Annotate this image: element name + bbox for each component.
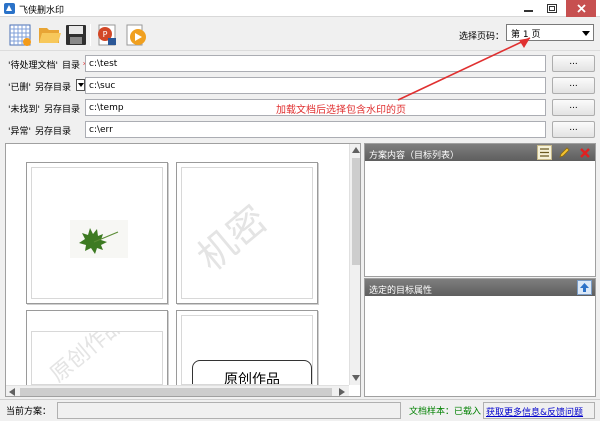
dir-label-deleted: '已删' 另存目录 xyxy=(8,83,71,93)
deleted-dir-dropdown[interactable] xyxy=(76,79,85,91)
preview-horizontal-scrollbar[interactable] xyxy=(6,385,349,396)
powerpoint-icon: P xyxy=(98,24,116,46)
horizontal-scroll-thumb[interactable] xyxy=(20,388,332,396)
scroll-up-arrow-icon xyxy=(352,147,360,153)
scroll-right-arrow-icon xyxy=(339,388,345,396)
page-thumbnail-4[interactable]: 原创作品 xyxy=(176,310,318,390)
window-title: 飞侠删水印 xyxy=(19,6,65,16)
feedback-link-box: 获取更多信息&反馈问题 xyxy=(483,402,595,419)
page-thumbnail-3[interactable]: 原创作品 xyxy=(26,310,168,390)
pending-dir-input[interactable] xyxy=(85,55,546,72)
page-thumbnail-2[interactable]: 机密 xyxy=(176,162,318,304)
minimize-icon xyxy=(523,10,533,12)
document-sample-status: 文档样本：已载入 xyxy=(409,407,482,417)
deleted-dir-input[interactable] xyxy=(85,77,546,94)
new-scheme-button[interactable] xyxy=(7,22,33,48)
vertical-scroll-thumb[interactable] xyxy=(352,158,360,265)
delete-x-icon xyxy=(579,147,590,158)
scheme-panel-header: 方案内容（目标列表） xyxy=(365,144,595,161)
svg-text:P: P xyxy=(103,30,108,39)
status-bar: 当前方案： 文档样本：已载入 获取更多信息&反馈问题 xyxy=(0,399,600,421)
save-button[interactable] xyxy=(63,22,89,48)
prop-panel-header: 选定的目标属性 xyxy=(365,279,595,296)
document-title-box: 原创作品 xyxy=(192,360,312,384)
powerpoint-button[interactable]: P xyxy=(94,22,120,48)
start-button[interactable] xyxy=(123,22,149,48)
floppy-disk-icon xyxy=(66,25,86,45)
page-select[interactable]: 第 1 页 xyxy=(506,24,594,41)
dir-label-notfound: '未找到' 另存目录 xyxy=(8,105,80,115)
scroll-left-arrow-icon xyxy=(9,388,15,396)
close-button[interactable] xyxy=(566,0,596,17)
edit-target-button[interactable] xyxy=(557,145,572,160)
watermark-text-confidential: 机密 xyxy=(189,196,276,280)
dir-label-error: '异常' 另存目录 xyxy=(8,127,71,137)
deleted-dir-browse-button[interactable]: ... xyxy=(552,77,595,94)
maximize-icon xyxy=(547,4,557,13)
app-logo-icon xyxy=(4,3,15,14)
watermark-text-original: 原创作品 xyxy=(45,331,130,385)
edit-pencil-icon xyxy=(559,147,570,158)
grid-new-icon xyxy=(9,24,31,46)
play-icon xyxy=(126,24,146,46)
prop-panel-title: 选定的目标属性 xyxy=(369,286,433,296)
dir-label-pending: '待处理文档'目录* xyxy=(8,58,87,71)
current-scheme-label: 当前方案： xyxy=(6,407,52,417)
preview-vertical-scrollbar[interactable] xyxy=(349,144,360,385)
minimize-button[interactable] xyxy=(516,0,540,17)
error-dir-browse-button[interactable]: ... xyxy=(552,121,595,138)
open-button[interactable] xyxy=(37,22,63,48)
dir-row-deleted: '已删'另存目录 ... xyxy=(0,75,600,95)
scroll-down-arrow-icon xyxy=(352,375,360,381)
feedback-link[interactable]: 获取更多信息&反馈问题 xyxy=(486,405,583,418)
maximize-button[interactable] xyxy=(540,0,564,17)
toolbar: P 选择页码： 第 1 页 xyxy=(0,18,600,51)
close-icon xyxy=(576,4,586,13)
toolbar-separator xyxy=(90,24,91,46)
page-select-label: 选择页码： xyxy=(459,32,505,42)
scheme-content-panel: 方案内容（目标列表） xyxy=(364,143,596,277)
target-properties-panel: 选定的目标属性 xyxy=(364,278,596,397)
notfound-dir-browse-button[interactable]: ... xyxy=(552,99,595,116)
pending-dir-browse-button[interactable]: ... xyxy=(552,55,595,72)
dir-row-pending: '待处理文档'目录* ... xyxy=(0,53,600,73)
delete-target-button[interactable] xyxy=(577,145,592,160)
page-thumbnail-1[interactable] xyxy=(26,162,168,304)
upload-target-button[interactable] xyxy=(577,280,592,295)
target-list-button[interactable] xyxy=(537,145,552,160)
upload-arrow-icon xyxy=(580,283,589,292)
list-icon xyxy=(540,148,549,157)
current-scheme-field xyxy=(57,402,401,419)
error-dir-input[interactable] xyxy=(85,121,546,138)
folder-open-icon xyxy=(39,28,61,43)
scheme-panel-title: 方案内容（目标列表） xyxy=(369,151,460,161)
maple-leaf-image xyxy=(70,220,128,258)
dir-row-error: '异常'另存目录 ... xyxy=(0,119,600,139)
annotation-text: 加载文档后选择包含水印的页 xyxy=(276,105,406,116)
page-preview-panel[interactable]: 机密 原创作品 原创作品 xyxy=(5,143,361,397)
chevron-down-icon xyxy=(582,31,590,36)
title-bar: 飞侠删水印 xyxy=(0,0,600,17)
page-select-value: 第 1 页 xyxy=(511,30,541,40)
